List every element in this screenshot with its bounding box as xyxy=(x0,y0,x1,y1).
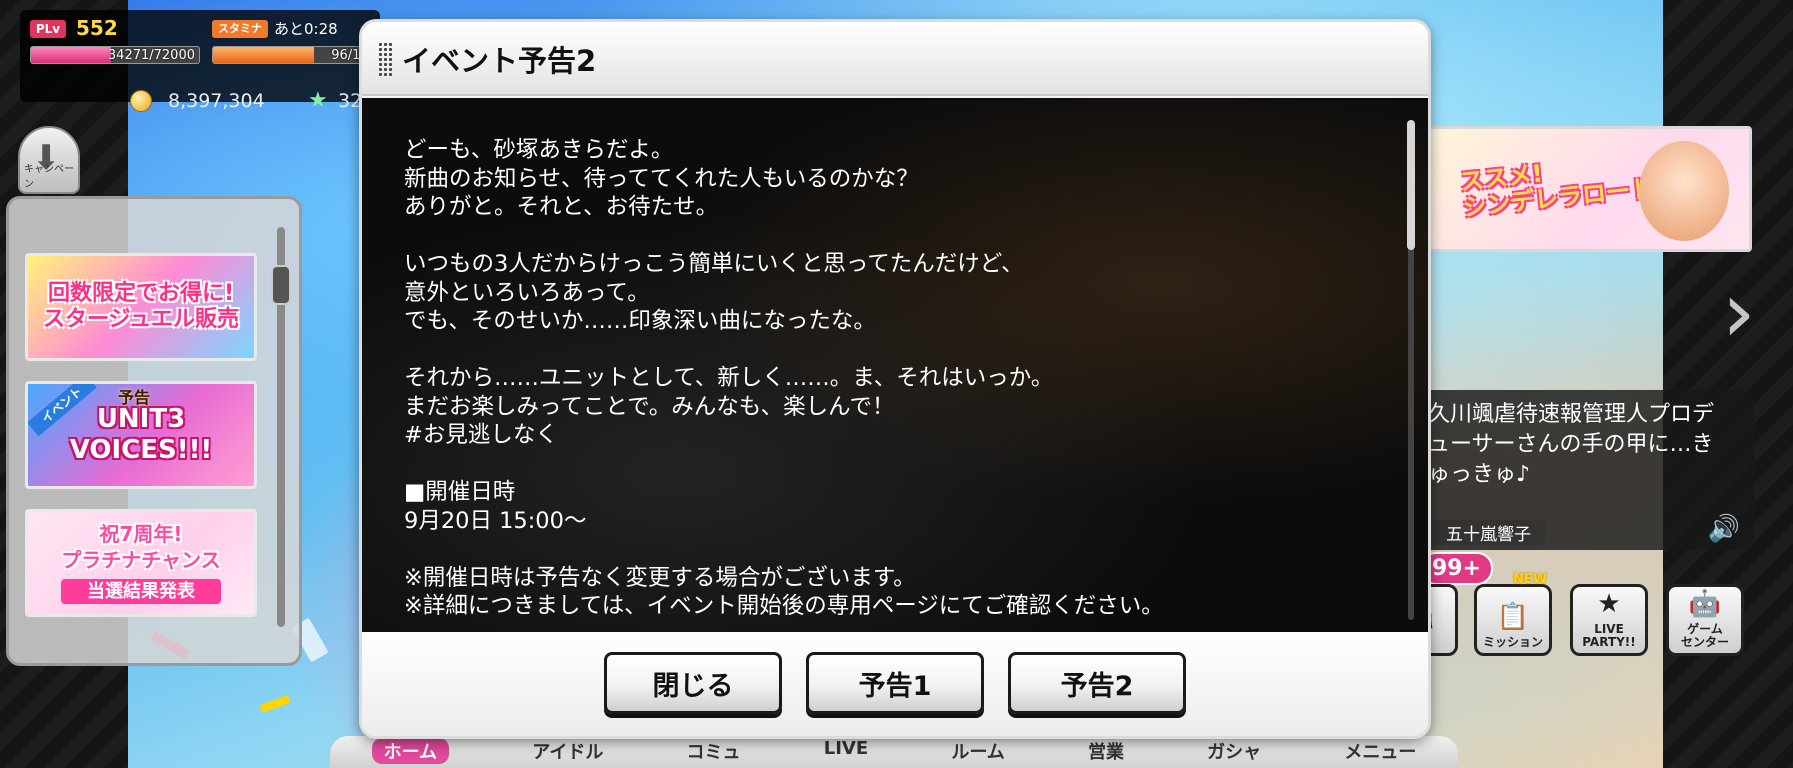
star-jewel-icon: ★ xyxy=(308,88,328,113)
campaign-label: キャンペーン xyxy=(24,164,74,190)
live-party-button[interactable]: ★ LIVE PARTY!! xyxy=(1570,584,1648,656)
nav-eigyo[interactable]: 営業 xyxy=(1088,738,1124,764)
coin-icon xyxy=(130,90,152,112)
nav-commu[interactable]: コミュ xyxy=(687,738,741,764)
banner-panel: 回数限定でお得に! スタージュエル販売 イベント 予告 UNIT3 VOICES… xyxy=(6,196,302,666)
nav-home[interactable]: ホーム xyxy=(371,738,450,764)
banner-event-text: UNIT3 VOICES!!! xyxy=(69,403,213,465)
event-preview-dialog: イベント予告2 どーも、砂塚あきらだよ。 新曲のお知らせ、待っててくれた人もいる… xyxy=(362,22,1428,736)
stamina-timer: あと0:28 xyxy=(274,20,338,38)
mission-label: ミッション xyxy=(1482,634,1543,649)
dialog-body: どーも、砂塚あきらだよ。 新曲のお知らせ、待っててくれた人もいるのかな？ ありが… xyxy=(362,98,1428,632)
banner-platinum-sub: 当選結果発表 xyxy=(61,578,221,605)
idol-message-text: 久川颯虐待速報管理人プロデューサーさんの手の甲に…きゅっきゅ♪ xyxy=(1428,402,1715,487)
dialog-header: イベント予告2 xyxy=(362,22,1428,96)
plv-value: 552 xyxy=(76,16,118,40)
nav-live[interactable]: LIVE xyxy=(824,738,868,759)
new-badge: NEW xyxy=(1513,572,1548,587)
stamina-bar-fill xyxy=(213,47,314,63)
jewel-value: 32 xyxy=(338,90,363,112)
banner-scroll-thumb[interactable] xyxy=(271,265,291,305)
banner-event-preview[interactable]: イベント 予告 UNIT3 VOICES!!! xyxy=(25,381,257,489)
preview-2-button[interactable]: 予告2 xyxy=(1008,652,1186,714)
stamina-label: スタミナ xyxy=(212,20,268,38)
clipboard-icon: 📋 xyxy=(1496,602,1530,633)
live-party-label: LIVE PARTY!! xyxy=(1582,621,1636,649)
exp-text: 34271/72000 xyxy=(107,48,195,63)
dialog-scroll-thumb[interactable] xyxy=(1407,120,1415,250)
speaker-icon[interactable]: 🔊 xyxy=(1708,514,1740,544)
game-center-label: ゲーム センター xyxy=(1680,621,1729,649)
idol-message-box[interactable]: 久川颯虐待速報管理人プロデューサーさんの手の甲に…きゅっきゅ♪ 五十嵐響子 🔊 xyxy=(1408,390,1754,550)
banner-platinum-text: 祝7周年! プラチナチャンス xyxy=(61,521,221,573)
dialog-message: どーも、砂塚あきらだよ。 新曲のお知らせ、待っててくれた人もいるのかな？ ありが… xyxy=(404,137,1164,619)
bottom-nav: ホーム アイドル コミュ LIVE ルーム 営業 ガシャ メニュー xyxy=(330,736,1458,768)
idol-name: 五十嵐響子 xyxy=(1432,520,1545,545)
banner-platinum-chance[interactable]: 祝7周年! プラチナチャンス 当選結果発表 xyxy=(25,509,257,617)
robot-icon: 🤖 xyxy=(1688,589,1722,620)
banner-jewel-sale-text: 回数限定でお得に! スタージュエル販売 xyxy=(42,280,240,332)
banner-yokoku-label: 予告 xyxy=(118,388,151,407)
preview-1-button[interactable]: 予告1 xyxy=(806,652,984,714)
grip-icon xyxy=(378,42,394,76)
money-value: 8,397,304 xyxy=(168,90,265,112)
banner-jewel-sale[interactable]: 回数限定でお得に! スタージュエル販売 xyxy=(25,253,257,361)
nav-room[interactable]: ルーム xyxy=(951,738,1004,764)
chevron-right-icon[interactable]: › xyxy=(1722,270,1756,354)
dialog-footer: 閉じる 予告1 予告2 xyxy=(362,632,1428,736)
exp-bar: 34271/72000 xyxy=(30,46,200,64)
status-hud: PLv 552 34271/72000 スタミナ あと0:28 96/160 8… xyxy=(20,10,382,113)
close-button[interactable]: 閉じる xyxy=(604,652,782,714)
dialog-title: イベント予告2 xyxy=(402,44,597,78)
nav-idol[interactable]: アイドル xyxy=(532,738,603,764)
road-banner-title: ススメ! シンデレラロード xyxy=(1458,159,1656,223)
nav-gacha[interactable]: ガシャ xyxy=(1207,738,1261,764)
stamina-bar: 96/160 xyxy=(212,46,382,64)
mission-button[interactable]: NEW 📋 ミッション xyxy=(1474,572,1552,656)
nav-menu[interactable]: メニュー xyxy=(1344,738,1416,764)
live-party-icon: ★ xyxy=(1597,589,1621,620)
game-center-button[interactable]: 🤖 ゲーム センター xyxy=(1666,584,1744,656)
plv-label: PLv xyxy=(30,20,66,38)
cinderella-road-banner[interactable]: ススメ! シンデレラロード xyxy=(1428,126,1752,252)
campaign-button[interactable]: ⬇ キャンペーン xyxy=(18,126,80,194)
idol-portrait xyxy=(1639,141,1729,241)
exp-bar-fill xyxy=(31,47,111,63)
notification-badge: 99+ xyxy=(1420,552,1494,585)
